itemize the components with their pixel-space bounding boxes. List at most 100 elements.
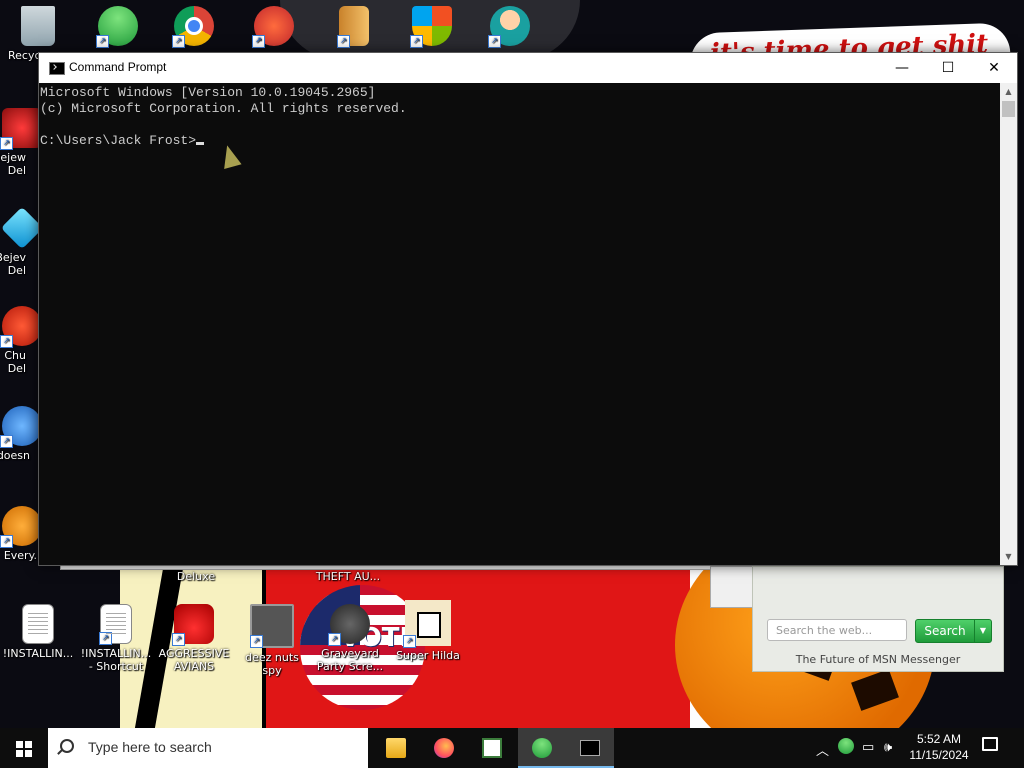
deez-nuts-spy-label: deez nuts spy (245, 651, 299, 677)
msn-search-button[interactable]: Search (915, 619, 975, 643)
shortcut-arrow-icon: ↗ (172, 633, 185, 646)
console-prompt: C:\Users\Jack Frost> (40, 133, 197, 148)
firefox-icon (434, 738, 454, 758)
graveyard-party-label: Graveyard Party Scre... (316, 647, 384, 673)
taskbar-msn-messenger[interactable] (518, 728, 566, 768)
shortcut-arrow-icon: ↗ (250, 635, 263, 648)
text-document-icon: ↗ (99, 604, 132, 645)
clock-time: 5:52 AM (916, 732, 962, 746)
chrome-icon: ↗ (172, 6, 214, 48)
shortcut-arrow-icon: ↗ (337, 35, 350, 48)
chrome-shortcut[interactable]: ↗ (158, 6, 230, 49)
console-version-line: Microsoft Windows [Version 10.0.19045.29… (40, 85, 376, 100)
maximize-button[interactable]: ☐ (925, 53, 971, 83)
deluxe-label-partial: Deluxe (176, 570, 216, 583)
msn-search-dropdown-icon[interactable]: ▼ (974, 619, 992, 643)
text-document-icon (22, 604, 54, 644)
game-p-shortcut[interactable]: ↗ (238, 6, 310, 49)
notification-center-icon[interactable] (982, 737, 998, 751)
anime-game-shortcut[interactable]: ↗ (474, 6, 546, 49)
shield-icon: ↗ (410, 6, 452, 48)
installing-shortcut[interactable]: ↗ !INSTALLIN... - Shortcut (80, 604, 152, 673)
volume-icon[interactable]: 🕪 (884, 740, 892, 755)
taskbar: Type here to search ︿ ▭ 🕪 5:52 AM 11/15/… (0, 728, 1024, 768)
letter-p-game-icon: ↗ (252, 6, 294, 48)
book-icon: ↗ (337, 6, 369, 48)
blue-bird-icon: ↗ (0, 406, 42, 448)
shortcut-arrow-icon: ↗ (0, 535, 13, 548)
shortcut-arrow-icon: ↗ (328, 633, 341, 646)
taskbar-firefox[interactable] (420, 728, 468, 768)
messenger-tray-icon[interactable] (838, 738, 854, 754)
shortcut-arrow-icon: ↗ (0, 335, 13, 348)
shortcut-arrow-icon: ↗ (410, 35, 423, 48)
app-window-icon (482, 738, 502, 758)
installing-file[interactable]: !INSTALLIN... (2, 604, 74, 660)
vertical-scrollbar[interactable]: ▲ ▼ (1000, 83, 1017, 565)
clock-date: 11/15/2024 (909, 748, 969, 762)
graveyard-party-shortcut[interactable]: ↗ Graveyard Party Scre... (314, 604, 386, 673)
super-hilda-label: Super Hilda (396, 649, 460, 662)
deez-nuts-spy-shortcut[interactable]: ↗ deez nuts spy (236, 604, 308, 677)
close-button[interactable]: ✕ (971, 53, 1017, 83)
console-prompt-line: C:\Users\Jack Frost> (40, 133, 1000, 149)
angry-bird-icon: ↗ (172, 604, 214, 646)
chuzzle-icon: ↗ (0, 306, 42, 348)
window-titlebar[interactable]: Command Prompt — ☐ ✕ (39, 53, 1017, 83)
blue-gem-icon (0, 206, 44, 250)
folder-icon (386, 738, 406, 758)
search-icon (60, 739, 74, 753)
desktop: it's time to get shit VOTE Recyc ↗ ↗ ↗ ↗… (0, 0, 1024, 728)
aggressive-avians-label: AGGRESSIVE AVIANS (158, 647, 230, 673)
taskbar-search-input[interactable]: Type here to search (48, 728, 368, 768)
pumpkin-eye (851, 669, 899, 711)
shortcut-arrow-icon: ↗ (172, 35, 185, 48)
taskbar-command-prompt[interactable] (566, 728, 614, 768)
console-copyright-line: (c) Microsoft Corporation. All rights re… (40, 101, 407, 116)
taskbar-file-explorer[interactable] (372, 728, 420, 768)
windows-logo-icon (16, 741, 23, 748)
shortcut-arrow-icon: ↗ (0, 435, 13, 448)
show-hidden-icons-chevron-up-icon[interactable]: ︿ (816, 740, 829, 759)
orange-search-icon: ↗ (0, 506, 42, 548)
defender-shortcut[interactable]: ↗ (396, 6, 468, 49)
window-title: Command Prompt (69, 60, 167, 74)
msn-widget: Search the web... Search ▼ The Future of… (752, 566, 1004, 672)
scroll-thumb[interactable] (1002, 101, 1015, 117)
network-icon[interactable]: ▭ (862, 740, 874, 755)
trash-can-icon (21, 6, 55, 46)
console-output[interactable]: Microsoft Windows [Version 10.0.19045.29… (39, 83, 1000, 567)
shortcut-arrow-icon: ↗ (488, 35, 501, 48)
msn-search-input[interactable]: Search the web... (767, 619, 907, 641)
character-face-icon: ↗ (488, 6, 530, 48)
console-icon (580, 740, 600, 756)
messenger-buddies-icon: ↗ (96, 6, 138, 48)
pixel-character-icon: ↗ (403, 600, 451, 648)
shortcut-arrow-icon: ↗ (0, 137, 13, 150)
shortcut-arrow-icon: ↗ (99, 632, 112, 645)
shortcut-arrow-icon: ↗ (252, 35, 265, 48)
msn-messenger-shortcut[interactable]: ↗ (82, 6, 154, 49)
aggressive-avians-shortcut[interactable]: ↗ AGGRESSIVE AVIANS (158, 604, 230, 673)
scroll-down-icon[interactable]: ▼ (1000, 548, 1017, 565)
clock[interactable]: 5:52 AM 11/15/2024 (904, 731, 974, 763)
installing-shortcut-label: !INSTALLIN... - Shortcut (80, 647, 152, 673)
messenger-buddies-icon (532, 738, 552, 758)
taskbar-app-window[interactable] (468, 728, 516, 768)
shortcut-arrow-icon: ↗ (96, 35, 109, 48)
installing-file-label: !INSTALLIN... (2, 647, 74, 660)
start-button[interactable] (0, 728, 48, 768)
minimize-button[interactable]: — (879, 53, 925, 83)
red-gem-icon: ↗ (0, 108, 42, 150)
graveyard-figure-icon: ↗ (328, 604, 370, 646)
window-stack-icon: ↗ (250, 604, 294, 648)
background-window-edge (710, 566, 754, 608)
console-icon (49, 62, 65, 75)
command-prompt-window[interactable]: Command Prompt — ☐ ✕ Microsoft Windows [… (38, 52, 1018, 566)
book-shortcut[interactable]: ↗ (318, 6, 390, 49)
scroll-up-icon[interactable]: ▲ (1000, 83, 1017, 100)
shortcut-arrow-icon: ↗ (403, 635, 416, 648)
super-hilda-shortcut[interactable]: ↗ Super Hilda (392, 600, 464, 662)
taskbar-search-placeholder: Type here to search (88, 739, 212, 755)
